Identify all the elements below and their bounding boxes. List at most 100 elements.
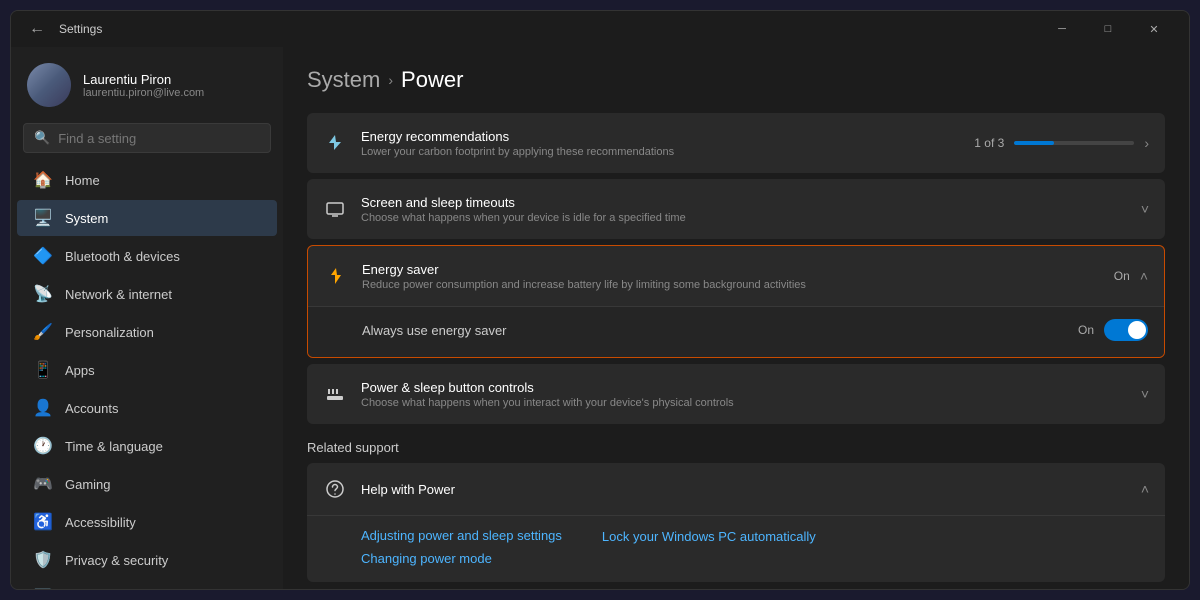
energy-rec-badge: 1 of 3 <box>974 136 1004 150</box>
gaming-icon: 🎮 <box>33 474 53 494</box>
energy-recommendations-card: Energy recommendations Lower your carbon… <box>307 113 1165 173</box>
energy-saver-row[interactable]: Energy saver Reduce power consumption an… <box>308 246 1164 306</box>
sidebar-item-time[interactable]: 🕐 Time & language <box>17 428 277 464</box>
help-link-adjusting[interactable]: Adjusting power and sleep settings <box>361 528 562 543</box>
sidebar-label-apps: Apps <box>65 363 95 378</box>
sidebar-label-personalization: Personalization <box>65 325 154 340</box>
help-chevron: ˄ <box>1141 481 1149 497</box>
sidebar-label-system: System <box>65 211 108 226</box>
inner-on-label: On <box>1078 323 1094 337</box>
sidebar-item-gaming[interactable]: 🎮 Gaming <box>17 466 277 502</box>
help-title: Help with Power <box>361 482 455 497</box>
power-sleep-right: ˅ <box>1141 386 1149 402</box>
energy-saver-subtitle: Reduce power consumption and increase ba… <box>362 279 1100 291</box>
sidebar-label-time: Time & language <box>65 439 163 454</box>
apps-icon: 📱 <box>33 360 53 380</box>
energy-saver-title: Energy saver <box>362 262 1100 277</box>
screen-sleep-card: Screen and sleep timeouts Choose what ha… <box>307 179 1165 239</box>
energy-saver-card: Energy saver Reduce power consumption an… <box>307 245 1165 358</box>
energy-recommendations-row[interactable]: Energy recommendations Lower your carbon… <box>307 113 1165 173</box>
sidebar-label-network: Network & internet <box>65 287 172 302</box>
power-sleep-text: Power & sleep button controls Choose wha… <box>361 380 1127 409</box>
main-content: System › Power Energy recommendations Lo… <box>283 47 1189 589</box>
search-box[interactable]: 🔍 <box>23 123 271 153</box>
screen-sleep-text: Screen and sleep timeouts Choose what ha… <box>361 195 1127 224</box>
energy-rec-text: Energy recommendations Lower your carbon… <box>361 129 960 158</box>
inner-right: On <box>1078 319 1148 341</box>
sidebar-item-bluetooth[interactable]: 🔷 Bluetooth & devices <box>17 238 277 274</box>
screen-sleep-row[interactable]: Screen and sleep timeouts Choose what ha… <box>307 179 1165 239</box>
sidebar-item-home[interactable]: 🏠 Home <box>17 162 277 198</box>
sidebar-item-personalization[interactable]: 🖌️ Personalization <box>17 314 277 350</box>
power-sleep-subtitle: Choose what happens when you interact wi… <box>361 397 1127 409</box>
back-button[interactable]: ← <box>23 15 51 43</box>
energy-saver-chevron: ˄ <box>1140 268 1148 284</box>
energy-rec-subtitle: Lower your carbon footprint by applying … <box>361 146 960 158</box>
sidebar-item-system[interactable]: 🖥️ System <box>17 200 277 236</box>
energy-rec-right: 1 of 3 › <box>974 135 1149 151</box>
screen-sleep-right: ˅ <box>1141 201 1149 217</box>
sidebar-item-apps[interactable]: 📱 Apps <box>17 352 277 388</box>
power-sleep-chevron: ˅ <box>1141 386 1149 402</box>
sidebar-item-privacy[interactable]: 🛡️ Privacy & security <box>17 542 277 578</box>
sidebar: Laurentiu Piron laurentiu.piron@live.com… <box>11 47 283 589</box>
window-title: Settings <box>59 22 102 36</box>
sidebar-item-update[interactable]: 🔄 Windows Update <box>17 580 277 589</box>
help-icon <box>323 477 347 501</box>
help-header[interactable]: Help with Power ˄ <box>307 463 1165 515</box>
home-icon: 🏠 <box>33 170 53 190</box>
personalization-icon: 🖌️ <box>33 322 53 342</box>
privacy-icon: 🛡️ <box>33 550 53 570</box>
screen-sleep-subtitle: Choose what happens when your device is … <box>361 212 1127 224</box>
close-button[interactable]: ✕ <box>1131 13 1177 45</box>
update-icon: 🔄 <box>33 588 53 589</box>
help-card: Help with Power ˄ Adjusting power and sl… <box>307 463 1165 582</box>
always-use-label: Always use energy saver <box>362 323 507 338</box>
titlebar-left: ← Settings <box>23 15 102 43</box>
network-icon: 📡 <box>33 284 53 304</box>
power-sleep-icon <box>323 382 347 406</box>
time-icon: 🕐 <box>33 436 53 456</box>
sidebar-item-network[interactable]: 📡 Network & internet <box>17 276 277 312</box>
energy-saver-toggle[interactable] <box>1104 319 1148 341</box>
sidebar-label-gaming: Gaming <box>65 477 111 492</box>
related-title: Related support <box>307 440 1165 455</box>
breadcrumb-current: Power <box>401 67 463 93</box>
bluetooth-icon: 🔷 <box>33 246 53 266</box>
energy-rec-chevron: › <box>1144 135 1149 151</box>
user-email: laurentiu.piron@live.com <box>83 87 204 99</box>
sidebar-item-accessibility[interactable]: ♿ Accessibility <box>17 504 277 540</box>
settings-window: ← Settings ─ □ ✕ Laurentiu Piron laurent… <box>10 10 1190 590</box>
energy-saver-status: On <box>1114 269 1130 283</box>
system-icon: 🖥️ <box>33 208 53 228</box>
accounts-icon: 👤 <box>33 398 53 418</box>
energy-saver-icon <box>324 264 348 288</box>
energy-saver-right: On ˄ <box>1114 268 1148 284</box>
sidebar-item-accounts[interactable]: 👤 Accounts <box>17 390 277 426</box>
related-section: Related support Help with Power ˄ Adjust… <box>307 440 1165 582</box>
energy-rec-title: Energy recommendations <box>361 129 960 144</box>
user-info: Laurentiu Piron laurentiu.piron@live.com <box>83 72 204 99</box>
search-input[interactable] <box>58 131 260 146</box>
screen-sleep-chevron: ˅ <box>1141 201 1149 217</box>
accessibility-icon: ♿ <box>33 512 53 532</box>
help-link-lock[interactable]: Lock your Windows PC automatically <box>602 529 816 544</box>
energy-saver-text: Energy saver Reduce power consumption an… <box>362 262 1100 291</box>
sidebar-label-home: Home <box>65 173 100 188</box>
content-area: Laurentiu Piron laurentiu.piron@live.com… <box>11 47 1189 589</box>
user-section[interactable]: Laurentiu Piron laurentiu.piron@live.com <box>11 47 283 119</box>
sidebar-label-bluetooth: Bluetooth & devices <box>65 249 180 264</box>
power-sleep-row[interactable]: Power & sleep button controls Choose wha… <box>307 364 1165 424</box>
search-icon: 🔍 <box>34 130 50 146</box>
sidebar-label-privacy: Privacy & security <box>65 553 168 568</box>
sidebar-label-accessibility: Accessibility <box>65 515 136 530</box>
maximize-button[interactable]: □ <box>1085 13 1131 45</box>
help-link-changing[interactable]: Changing power mode <box>361 551 562 566</box>
breadcrumb: System › Power <box>307 67 1165 93</box>
energy-rec-icon <box>323 131 347 155</box>
sidebar-label-accounts: Accounts <box>65 401 118 416</box>
titlebar-controls: ─ □ ✕ <box>1039 13 1177 45</box>
breadcrumb-parent[interactable]: System <box>307 67 380 93</box>
minimize-button[interactable]: ─ <box>1039 13 1085 45</box>
power-sleep-title: Power & sleep button controls <box>361 380 1127 395</box>
